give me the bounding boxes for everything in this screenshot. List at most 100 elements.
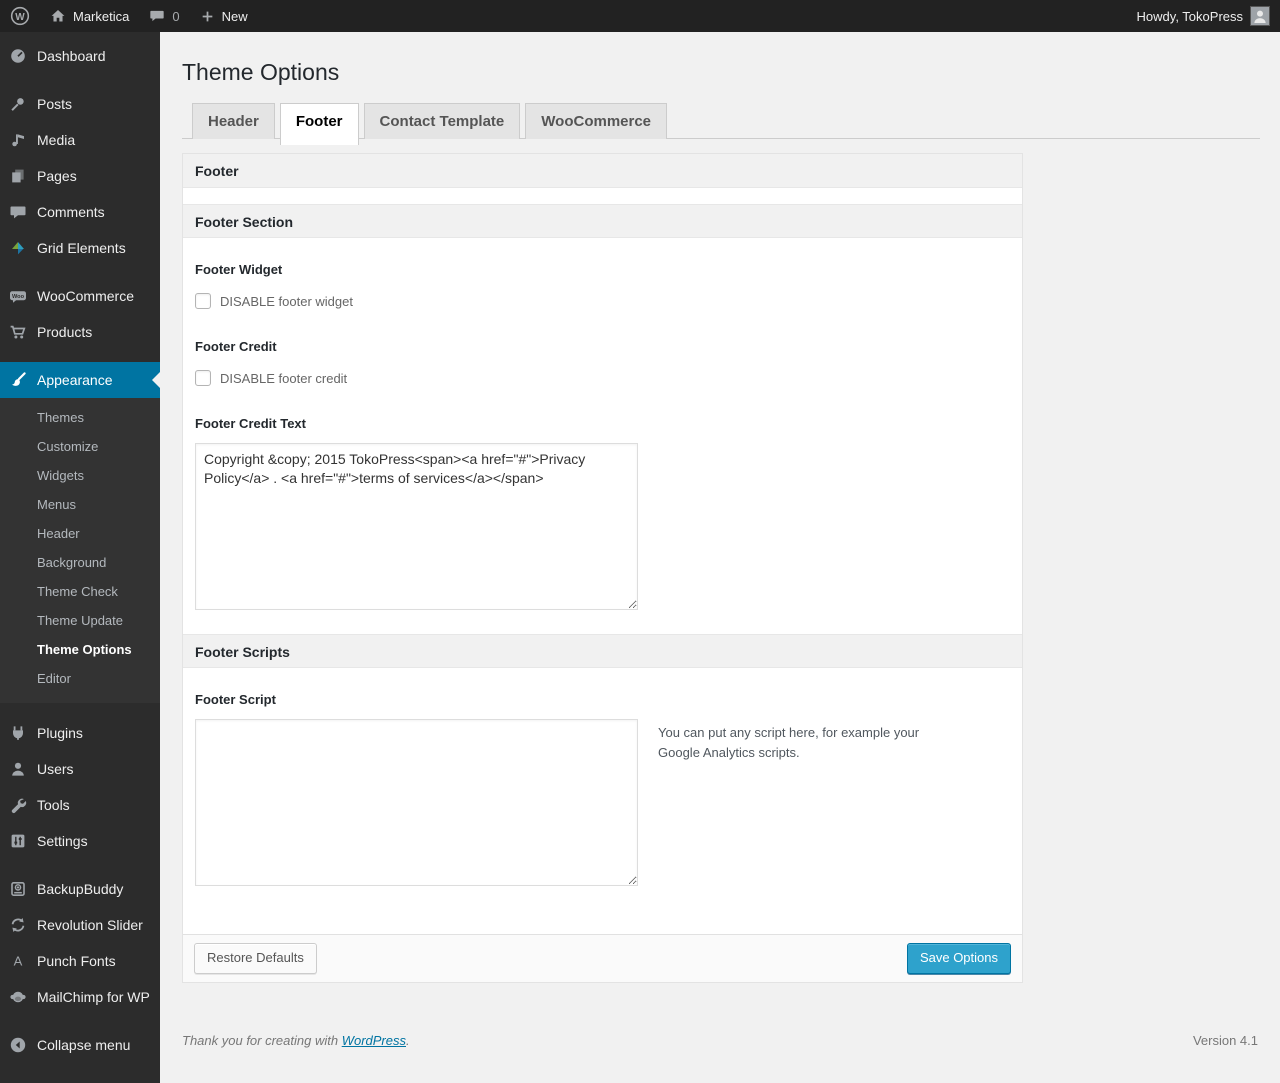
sidebar-item-users[interactable]: Users [0,751,160,787]
sidebar-label: BackupBuddy [37,881,124,897]
wordpress-logo-icon: W [10,6,30,26]
pushpin-icon [8,95,28,113]
page-title: Theme Options [182,59,340,85]
sidebar-label: Tools [37,797,70,813]
tab-contact-template[interactable]: Contact Template [363,103,521,139]
save-options-button[interactable]: Save Options [906,943,1011,974]
disable-footer-credit-checkbox[interactable] [195,370,211,386]
sidebar-label: Punch Fonts [37,953,116,969]
pages-icon [8,167,28,185]
sidebar-label: Grid Elements [37,240,126,256]
sidebar-item-revolution-slider[interactable]: Revolution Slider [0,907,160,943]
cart-icon [8,323,28,341]
submenu-item-widgets[interactable]: Widgets [0,461,160,490]
submenu-item-theme-update[interactable]: Theme Update [0,606,160,635]
submenu-item-themes[interactable]: Themes [0,403,160,432]
footer-script-label: Footer Script [195,692,276,707]
submenu-item-background[interactable]: Background [0,548,160,577]
restore-defaults-button[interactable]: Restore Defaults [194,943,317,974]
plus-icon [200,9,215,24]
tab-woocommerce[interactable]: WooCommerce [525,103,668,139]
disable-footer-widget-label: DISABLE footer widget [220,293,353,309]
appearance-submenu: Themes Customize Widgets Menus Header Ba… [0,398,160,703]
howdy-text: Howdy, TokoPress [1136,8,1243,24]
grid-elements-icon [8,239,28,257]
sidebar-label: Posts [37,96,73,112]
footer-scripts-header: Footer Scripts [183,634,1022,668]
admin-footer: Thank you for creating with WordPress. V… [182,1033,1260,1068]
submenu-item-customize[interactable]: Customize [0,432,160,461]
theme-options-tabs: Header Footer Contact Template WooCommer… [182,103,1260,145]
sidebar-item-woocommerce[interactable]: Woo WooCommerce [0,278,160,314]
sidebar-item-settings[interactable]: Settings [0,823,160,859]
admin-sidebar: Dashboard Posts Media Pages Comments Gri… [0,32,160,1083]
submenu-item-theme-check[interactable]: Theme Check [0,577,160,606]
sidebar-label: WooCommerce [37,288,134,304]
account-menu[interactable]: Howdy, TokoPress [1127,6,1280,26]
submenu-item-header[interactable]: Header [0,519,160,548]
sidebar-label: Products [37,324,93,340]
sidebar-item-pages[interactable]: Pages [0,158,160,194]
comments-icon [8,203,28,221]
sidebar-item-dashboard[interactable]: Dashboard [0,38,160,74]
plugin-icon [8,724,28,742]
brush-icon [8,371,28,389]
tab-header[interactable]: Header [192,103,275,139]
sidebar-item-plugins[interactable]: Plugins [0,715,160,751]
submenu-item-editor[interactable]: Editor [0,664,160,693]
sidebar-label: Media [37,132,76,148]
disable-footer-widget-checkbox[interactable] [195,293,211,309]
footer-section-body: Footer Widget DISABLE footer widget Foot… [183,238,1022,634]
new-label: New [221,8,248,24]
sidebar-item-tools[interactable]: Tools [0,787,160,823]
sidebar-item-media[interactable]: Media [0,122,160,158]
footer-thanks-text: Thank you for creating with WordPress. [182,1033,410,1048]
sidebar-item-comments[interactable]: Comments [0,194,160,230]
sidebar-item-backupbuddy[interactable]: BackupBuddy [0,871,160,907]
user-icon [8,760,28,778]
wordpress-logo-menu[interactable]: W [0,0,40,32]
collapse-icon [8,1036,28,1054]
panel-action-bar: Restore Defaults Save Options [183,934,1022,982]
thanks-prefix: Thank you for creating with [182,1032,342,1048]
footer-credit-text-label: Footer Credit Text [195,416,306,431]
site-name-menu[interactable]: Marketica [40,0,139,32]
backup-drive-icon [8,880,28,898]
submenu-item-menus[interactable]: Menus [0,490,160,519]
thanks-suffix: . [406,1032,410,1048]
sidebar-item-appearance[interactable]: Appearance [0,362,160,398]
svg-text:W: W [15,12,25,23]
sidebar-label: Appearance [37,372,113,388]
submenu-item-theme-options[interactable]: Theme Options [0,635,160,664]
footer-credit-text-textarea[interactable]: Copyright &copy; 2015 TokoPress<span><a … [195,443,638,610]
disable-footer-credit-row: DISABLE footer credit [195,370,1010,386]
comment-bubble-icon [149,8,165,24]
woocommerce-icon: Woo [8,287,28,305]
wordpress-link[interactable]: WordPress [342,1033,406,1048]
dashboard-icon [8,47,28,65]
letter-a-icon: A [8,952,28,970]
panel-header: Footer [183,154,1022,188]
sidebar-item-grid-elements[interactable]: Grid Elements [0,230,160,266]
sidebar-item-collapse-menu[interactable]: Collapse menu [0,1027,160,1063]
sidebar-item-products[interactable]: Products [0,314,160,350]
sidebar-item-mailchimp[interactable]: MailChimp for WP [0,979,160,1015]
disable-footer-widget-row: DISABLE footer widget [195,293,1010,309]
svg-text:A: A [14,954,23,969]
media-icon [8,131,28,149]
sidebar-label: Comments [37,204,105,220]
sidebar-item-punch-fonts[interactable]: A Punch Fonts [0,943,160,979]
footer-script-textarea[interactable] [195,719,638,886]
comments-menu[interactable]: 0 [139,0,189,32]
new-content-menu[interactable]: New [190,0,258,32]
settings-icon [8,832,28,850]
tab-footer[interactable]: Footer [279,103,359,145]
rotate-arrows-icon [8,916,28,934]
avatar [1250,6,1270,26]
footer-credit-label: Footer Credit [195,339,277,354]
monkey-icon [8,988,28,1006]
home-icon [50,8,66,24]
sidebar-item-posts[interactable]: Posts [0,86,160,122]
sidebar-label: Plugins [37,725,83,741]
footer-section-header: Footer Section [183,204,1022,238]
